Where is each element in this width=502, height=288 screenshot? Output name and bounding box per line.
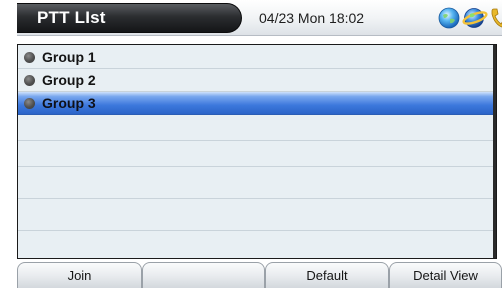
empty-row [18,199,495,231]
empty-softkey-button[interactable] [142,262,265,288]
ptt-list-screen: PTT LIst 04/23 Mon 18:02 Group 1 Group 2… [17,0,502,288]
group-name: Group 2 [42,72,96,88]
status-icons [437,6,502,30]
phone-icon [489,6,502,35]
empty-row [18,167,495,199]
list-item-selected[interactable]: Group 3 [18,92,495,115]
group-list: Group 1 Group 2 Group 3 [17,44,497,259]
network-icon [462,6,488,35]
globe-icon [437,6,461,35]
empty-row [18,141,495,167]
list-item[interactable]: Group 2 [18,69,495,92]
empty-row [18,115,495,141]
date-time-display: 04/23 Mon 18:02 [259,10,365,26]
status-header: PTT LIst 04/23 Mon 18:02 [17,0,502,36]
scrollbar[interactable] [493,45,496,258]
group-name: Group 1 [42,49,96,65]
status-dot-icon [24,98,35,109]
page-title: PTT LIst [37,8,106,27]
status-dot-icon [24,75,35,86]
join-button[interactable]: Join [17,262,142,288]
detail-view-button[interactable]: Detail View [389,262,502,288]
softkey-bar: Join Default Detail View [17,262,502,288]
default-button[interactable]: Default [265,262,389,288]
status-dot-icon [24,52,35,63]
title-tab: PTT LIst [17,3,242,33]
group-name: Group 3 [42,95,96,111]
list-item[interactable]: Group 1 [18,46,495,69]
